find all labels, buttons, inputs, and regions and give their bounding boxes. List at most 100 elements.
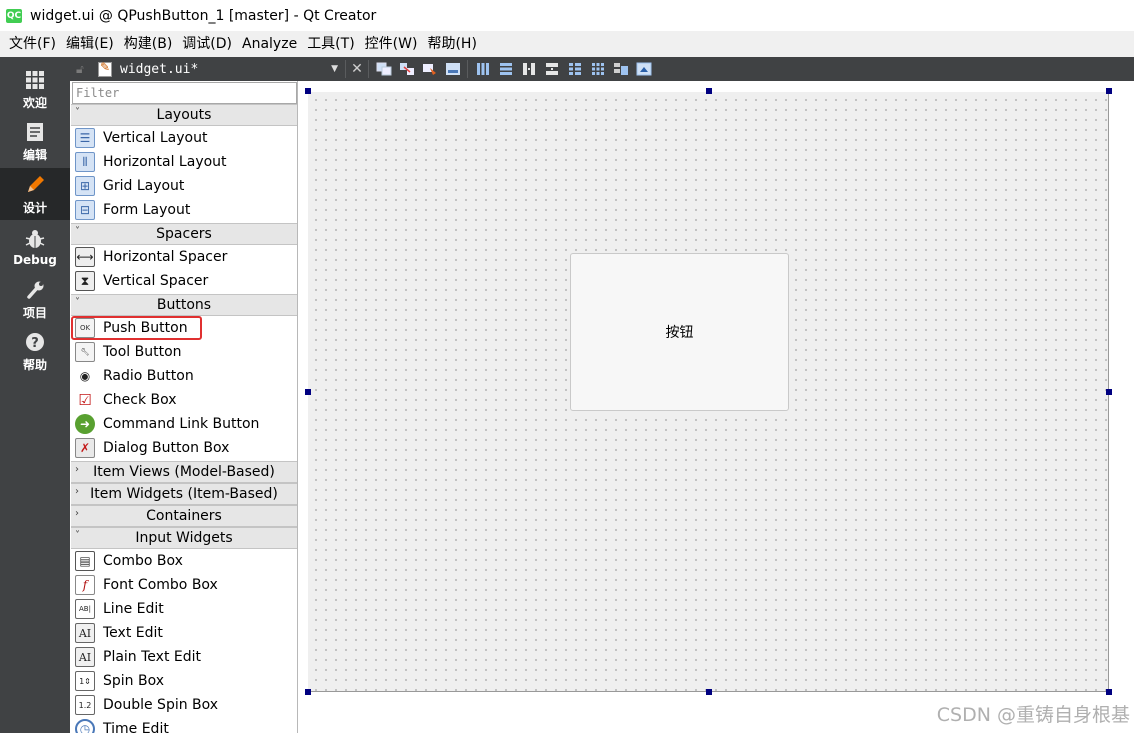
category-item-widgets[interactable]: › Item Widgets (Item-Based)	[71, 483, 297, 505]
widget-label: Plain Text Edit	[103, 649, 201, 665]
menu-widgets[interactable]: 控件(W)	[360, 31, 423, 57]
clock-icon: ◷	[75, 719, 95, 733]
toolbar-separator	[368, 60, 369, 78]
document-name: widget.ui*	[120, 61, 199, 77]
layout-horizontally-icon[interactable]	[473, 60, 493, 78]
widget-plain-text-edit[interactable]: AI Plain Text Edit	[71, 645, 297, 669]
layout-horizontal-splitter-icon[interactable]	[519, 60, 539, 78]
resize-handle[interactable]	[706, 88, 712, 94]
help-icon: ?	[25, 330, 45, 354]
category-label: Item Views (Model-Based)	[93, 464, 275, 480]
layout-vertically-icon[interactable]	[496, 60, 516, 78]
menu-edit[interactable]: 编辑(E)	[61, 31, 119, 57]
qt-creator-logo-icon: QC	[6, 8, 22, 23]
radio-button-icon: ◉	[79, 369, 91, 383]
category-item-views[interactable]: › Item Views (Model-Based)	[71, 461, 297, 483]
widget-dialog-button-box[interactable]: ✗ Dialog Button Box	[71, 436, 297, 460]
form-editor-area[interactable]: 按钮	[298, 81, 1134, 733]
mode-design-label: 设计	[22, 200, 47, 215]
category-spacers[interactable]: ˅ Spacers	[71, 223, 297, 245]
widget-tool-button[interactable]: 🔧︎ Tool Button	[71, 340, 297, 364]
category-input-widgets[interactable]: ˅ Input Widgets	[71, 527, 297, 549]
edit-signals-slots-icon[interactable]	[397, 60, 417, 78]
title-bar: QC widget.ui @ QPushButton_1 [master] - …	[0, 0, 1134, 31]
open-documents-combo[interactable]: 🔓︎ widget.ui* ▼	[70, 57, 342, 81]
mode-welcome[interactable]: 欢迎	[0, 63, 70, 115]
widget-line-edit[interactable]: AB| Line Edit	[71, 597, 297, 621]
menu-debug[interactable]: 调试(D)	[177, 31, 237, 57]
widget-check-box[interactable]: ☑ Check Box	[71, 388, 297, 412]
break-layout-icon[interactable]	[611, 60, 631, 78]
widget-label: Text Edit	[103, 625, 163, 641]
adjust-size-icon[interactable]	[634, 60, 654, 78]
resize-handle[interactable]	[305, 88, 311, 94]
category-layouts[interactable]: ˅ Layouts	[71, 104, 297, 126]
menu-file[interactable]: 文件(F)	[4, 31, 61, 57]
toolbar-separator	[345, 60, 346, 78]
combo-box-icon: ▤	[75, 551, 95, 571]
menu-build[interactable]: 构建(B)	[119, 31, 178, 57]
widget-push-button[interactable]: OK Push Button	[71, 316, 202, 340]
vertical-layout-icon: ☰	[75, 128, 95, 148]
widget-horizontal-spacer[interactable]: ⟷ Horizontal Spacer	[71, 245, 297, 269]
chevron-right-icon: ›	[75, 464, 79, 475]
mode-help[interactable]: ? 帮助	[0, 325, 70, 377]
widget-font-combo-box[interactable]: f Font Combo Box	[71, 573, 297, 597]
font-combo-box-icon: f	[75, 575, 95, 595]
chevron-right-icon: ›	[75, 486, 79, 497]
widget-label: Command Link Button	[103, 416, 260, 432]
grid-layout-icon: ⊞	[75, 176, 95, 196]
widget-label: Tool Button	[103, 344, 182, 360]
close-document-icon[interactable]: ✕	[349, 61, 365, 77]
chevron-down-icon: ▼	[331, 64, 338, 74]
resize-handle[interactable]	[305, 389, 311, 395]
resize-handle[interactable]	[706, 689, 712, 695]
widget-label: Spin Box	[103, 673, 165, 689]
push-button-icon: OK	[75, 318, 95, 338]
widget-filter-input[interactable]: Filter	[72, 82, 297, 104]
widget-double-spin-box[interactable]: 1.2 Double Spin Box	[71, 693, 297, 717]
widget-label: Vertical Spacer	[103, 273, 209, 289]
spin-box-icon: 1⇕	[75, 671, 95, 691]
widget-combo-box[interactable]: ▤ Combo Box	[71, 549, 297, 573]
widget-label: Form Layout	[103, 202, 191, 218]
mode-edit[interactable]: 编辑	[0, 115, 70, 167]
edit-tab-order-icon[interactable]	[443, 60, 463, 78]
edit-widgets-icon[interactable]	[374, 60, 394, 78]
form-push-button[interactable]: 按钮	[570, 253, 789, 411]
widget-radio-button[interactable]: ◉ Radio Button	[71, 364, 297, 388]
menu-help[interactable]: 帮助(H)	[422, 31, 481, 57]
widget-spin-box[interactable]: 1⇕ Spin Box	[71, 669, 297, 693]
widget-form-layout[interactable]: ⊟ Form Layout	[71, 198, 297, 222]
widget-time-edit[interactable]: ◷ Time Edit	[71, 717, 297, 733]
document-icon	[25, 120, 45, 144]
layout-form-icon[interactable]	[565, 60, 585, 78]
line-edit-icon: AB|	[75, 599, 95, 619]
widget-vertical-spacer[interactable]: ⧗ Vertical Spacer	[71, 269, 297, 293]
layout-grid-icon[interactable]	[588, 60, 608, 78]
category-buttons[interactable]: ˅ Buttons	[71, 294, 297, 316]
mode-debug[interactable]: Debug	[0, 221, 70, 273]
widget-vertical-layout[interactable]: ☰ Vertical Layout	[71, 126, 297, 150]
menu-tools[interactable]: 工具(T)	[302, 31, 359, 57]
widget-horizontal-layout[interactable]: ⦀ Horizontal Layout	[71, 150, 297, 174]
mode-projects[interactable]: 项目	[0, 273, 70, 325]
double-spin-box-icon: 1.2	[75, 695, 95, 715]
resize-handle[interactable]	[1106, 389, 1112, 395]
category-label: Item Widgets (Item-Based)	[90, 486, 278, 502]
edit-buddies-icon[interactable]	[420, 60, 440, 78]
category-label: Containers	[146, 508, 222, 524]
layout-vertical-splitter-icon[interactable]	[542, 60, 562, 78]
menu-analyze[interactable]: Analyze	[237, 31, 302, 57]
widget-grid-layout[interactable]: ⊞ Grid Layout	[71, 174, 297, 198]
widget-command-link-button[interactable]: ➜ Command Link Button	[71, 412, 297, 436]
category-containers[interactable]: › Containers	[71, 505, 297, 527]
widget-text-edit[interactable]: AI Text Edit	[71, 621, 297, 645]
widget-label: Dialog Button Box	[103, 440, 230, 456]
resize-handle[interactable]	[1106, 689, 1112, 695]
resize-handle[interactable]	[1106, 88, 1112, 94]
mode-design[interactable]: 设计	[0, 168, 70, 220]
resize-handle[interactable]	[305, 689, 311, 695]
mode-projects-label: 项目	[22, 305, 47, 320]
chevron-down-icon: ˅	[75, 107, 80, 118]
